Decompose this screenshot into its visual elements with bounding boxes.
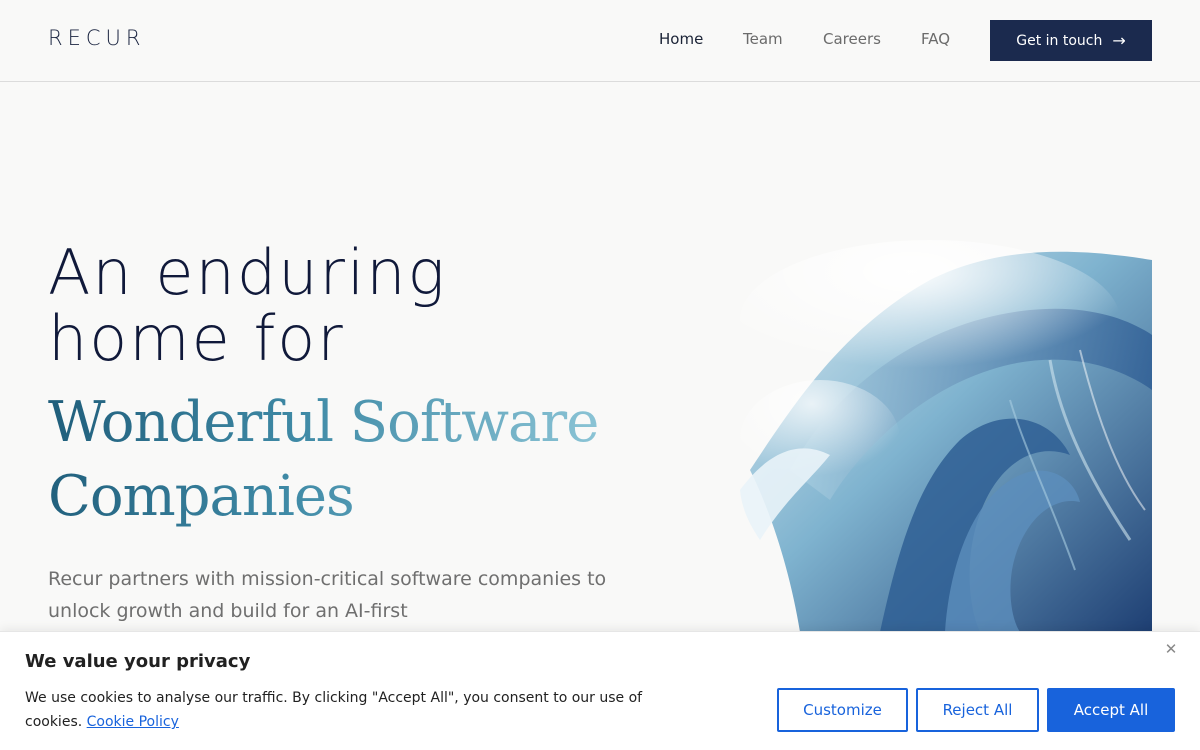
- arrow-right-icon: →: [1112, 31, 1126, 50]
- hero-accent-heading: Wonderful Software Companies: [48, 386, 598, 534]
- logo[interactable]: RECUR: [48, 26, 146, 50]
- nav-faq[interactable]: FAQ: [921, 30, 950, 48]
- hero-accent-line-2: Companies: [48, 464, 354, 529]
- customize-button[interactable]: Customize: [777, 688, 908, 732]
- cookie-policy-link[interactable]: Cookie Policy: [87, 714, 179, 730]
- ocean-wave-illustration: [730, 240, 1152, 632]
- get-in-touch-label: Get in touch: [1016, 32, 1103, 49]
- site-header: RECUR Home Team Careers FAQ Get in touch…: [0, 0, 1200, 82]
- nav-home[interactable]: Home: [659, 30, 703, 48]
- cookie-banner-text: We use cookies to analyse our traffic. B…: [25, 686, 685, 734]
- close-icon[interactable]: ✕: [1162, 640, 1180, 658]
- hero-title: An enduring home for: [48, 240, 447, 372]
- cookie-banner-title: We value your privacy: [25, 651, 251, 672]
- nav-team[interactable]: Team: [743, 30, 783, 48]
- reject-all-button[interactable]: Reject All: [916, 688, 1039, 732]
- cookie-banner: We value your privacy We use cookies to …: [0, 631, 1200, 750]
- hero-accent-line-1: Wonderful Software: [48, 390, 599, 455]
- hero-title-line-1: An enduring: [48, 236, 447, 309]
- nav-careers[interactable]: Careers: [823, 30, 881, 48]
- wave-graphic: [740, 240, 1152, 632]
- accept-all-button[interactable]: Accept All: [1047, 688, 1175, 732]
- hero-description: Recur partners with mission-critical sof…: [48, 568, 607, 622]
- get-in-touch-button[interactable]: Get in touch →: [990, 20, 1152, 61]
- hero-title-line-2: home for: [48, 302, 345, 375]
